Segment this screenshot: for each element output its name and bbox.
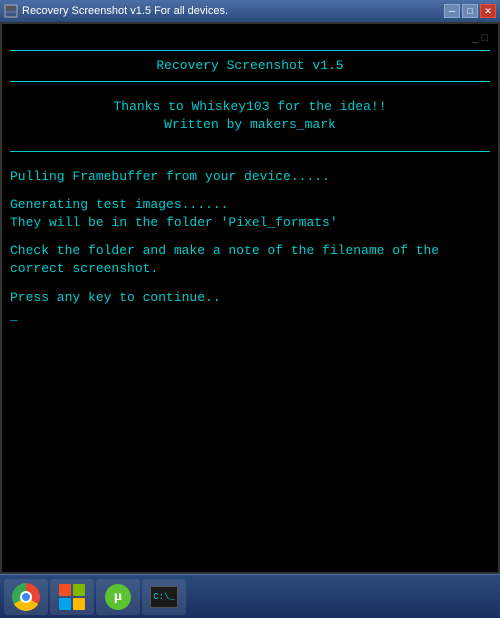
chrome-inner	[20, 591, 32, 603]
title-line: Recovery Screenshot v1.5	[10, 57, 490, 75]
utorrent-icon: μ	[105, 584, 131, 610]
chrome-icon	[12, 583, 40, 611]
cursor-line: _	[10, 307, 490, 325]
terminal-controls: _ □	[472, 32, 488, 44]
win-quad-3	[59, 598, 71, 610]
terminal-top-bar: _ □	[10, 32, 490, 44]
output-line-4: Check the folder and make a note of the …	[10, 242, 490, 260]
win-quad-4	[73, 598, 85, 610]
divider-2	[10, 81, 490, 82]
window-title: Recovery Screenshot v1.5 For all devices…	[22, 5, 228, 17]
taskbar-chrome[interactable]	[4, 579, 48, 615]
windows-icon	[59, 584, 85, 610]
cmd-icon: C:\_	[150, 586, 178, 608]
taskbar-utorrent[interactable]: μ	[96, 579, 140, 615]
title-bar: Recovery Screenshot v1.5 For all devices…	[0, 0, 500, 22]
divider-3	[10, 151, 490, 152]
output-line-5: correct screenshot.	[10, 260, 490, 278]
spacer-3	[10, 232, 490, 242]
output-line-1: Pulling Framebuffer from your device....…	[10, 168, 490, 186]
spacer-after-credits	[10, 135, 490, 145]
app-icon	[4, 4, 18, 18]
close-button[interactable]: ✕	[480, 4, 496, 18]
terminal-window: _ □ Recovery Screenshot v1.5 Thanks to W…	[0, 22, 500, 574]
win-quad-1	[59, 584, 71, 596]
spacer-4	[10, 279, 490, 289]
output-line-3: They will be in the folder 'Pixel_format…	[10, 214, 490, 232]
maximize-button[interactable]: □	[462, 4, 478, 18]
credit-line-1: Thanks to Whiskey103 for the idea!!	[10, 98, 490, 116]
credit-line-2: Written by makers_mark	[10, 116, 490, 134]
spacer-before-credits	[10, 88, 490, 98]
minimize-button[interactable]: ─	[444, 4, 460, 18]
output-line-6: Press any key to continue..	[10, 289, 490, 307]
spacer-2	[10, 186, 490, 196]
title-buttons: ─ □ ✕	[444, 4, 496, 18]
output-line-2: Generating test images......	[10, 196, 490, 214]
taskbar: μ C:\_	[0, 574, 500, 618]
win-quad-2	[73, 584, 85, 596]
spacer-1	[10, 158, 490, 168]
taskbar-windows[interactable]	[50, 579, 94, 615]
divider-1	[10, 50, 490, 51]
taskbar-cmd[interactable]: C:\_	[142, 579, 186, 615]
title-bar-left: Recovery Screenshot v1.5 For all devices…	[4, 4, 228, 18]
